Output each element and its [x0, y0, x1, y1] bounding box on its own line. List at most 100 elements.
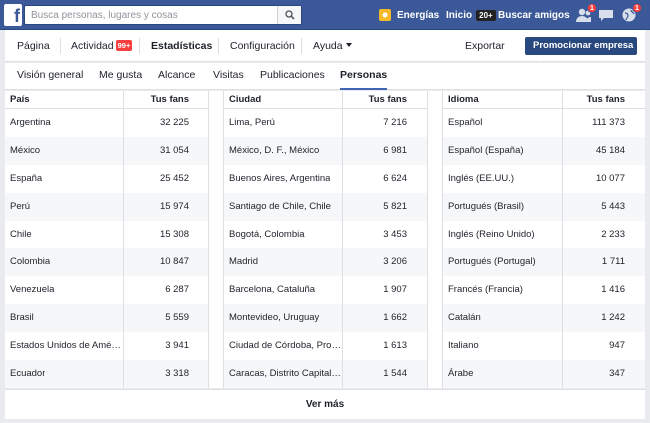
fan-count: 3 206: [383, 256, 407, 268]
friend-requests-jewel[interactable]: 1: [575, 3, 597, 24]
export-link[interactable]: Exportar: [465, 30, 505, 62]
fan-count: 111 373: [592, 117, 625, 128]
row-label: Lima, Perú: [229, 117, 275, 128]
table-row: Ciudad de Córdoba, Provi... 1 613: [224, 332, 427, 360]
facebook-logo[interactable]: f: [4, 4, 22, 26]
find-friends-link[interactable]: Buscar amigos: [498, 0, 570, 30]
fan-count: 10 077: [595, 172, 625, 184]
row-label: Inglés (EE.UU.): [448, 172, 514, 184]
table-row: España 25 452: [5, 165, 209, 193]
fan-count: 15 974: [159, 200, 189, 212]
language-table: Idioma Tus fans Español 111 373 Español (E…: [443, 91, 645, 388]
table-row: Ecuador 3 318: [5, 360, 209, 388]
top-navigation-bar: f Energías Inicio 20+ Buscar amigos 1 1: [0, 0, 650, 30]
tab-overview[interactable]: Visión general: [17, 63, 83, 90]
row-label: Brasil: [10, 312, 34, 324]
search-button[interactable]: [277, 6, 301, 24]
fan-count: 7 216: [383, 117, 407, 128]
messages-icon: [599, 10, 613, 21]
row-label: Colombia: [10, 256, 51, 268]
column-divider: [342, 91, 343, 388]
tab-likes[interactable]: Me gusta: [99, 63, 142, 90]
tab-visits[interactable]: Visitas: [213, 63, 244, 90]
fan-count: 947: [609, 340, 625, 352]
activity-badge: 99+: [115, 40, 133, 51]
table-divider: [208, 91, 209, 388]
energy-icon: [379, 9, 391, 21]
table-header: País Tus fans: [5, 91, 209, 109]
nav-activity-label: Actividad: [71, 40, 114, 52]
row-label: México: [10, 144, 41, 156]
fan-count: 1 242: [601, 312, 625, 324]
fan-count: 3 318: [165, 368, 189, 380]
chevron-down-icon: [345, 43, 352, 47]
see-more-button[interactable]: Ver más: [5, 389, 645, 419]
nav-help[interactable]: Ayuda: [313, 30, 352, 62]
row-label: Estados Unidos de América: [10, 340, 122, 352]
row-label: Santiago de Chile, Chile: [229, 200, 331, 212]
table-row: Colombia 10 847: [5, 248, 209, 277]
row-label: Chile: [10, 228, 32, 240]
nav-settings[interactable]: Configuración: [230, 30, 295, 62]
nav-activity[interactable]: Actividad 99+: [71, 30, 133, 62]
fan-count: 1 907: [383, 284, 407, 296]
row-label: Caracas, Distrito Capital, ...: [229, 368, 341, 380]
fan-count: 2 233: [601, 228, 625, 240]
table-row: Francés (Francia) 1 416: [443, 276, 645, 304]
row-label: Venezuela: [10, 284, 55, 296]
fan-count: 3 453: [383, 228, 407, 240]
fan-count: 1 544: [383, 368, 407, 380]
fan-count: 347: [609, 368, 625, 380]
friend-requests-badge: 1: [587, 3, 597, 13]
fan-count: 5 559: [165, 312, 189, 324]
nav-page[interactable]: Página: [17, 30, 50, 62]
notifications-badge: 1: [632, 3, 642, 13]
fan-count: 6 981: [383, 144, 407, 156]
table-row: Santiago de Chile, Chile 5 821: [224, 192, 427, 221]
table-row: Argentina 32 225: [5, 109, 209, 137]
country-table: País Tus fans Argentina 32 225 México 31 05…: [5, 91, 209, 388]
column-header-fans: Tus fans: [368, 94, 407, 105]
search-input[interactable]: [25, 6, 275, 24]
row-label: Ecuador: [10, 368, 46, 380]
tab-reach[interactable]: Alcance: [158, 63, 195, 90]
energy-label: Energías: [397, 9, 440, 21]
divider: [139, 38, 140, 54]
table-row: Inglés (Reino Unido) 2 233: [443, 221, 645, 249]
nav-help-label: Ayuda: [313, 40, 343, 52]
row-label: México, D. F., México: [229, 144, 320, 156]
table-row: Venezuela 6 287: [5, 276, 209, 304]
nav-statistics[interactable]: Estadísticas: [151, 30, 212, 62]
row-label: Barcelona, Cataluña: [229, 284, 316, 296]
row-label: Español: [448, 117, 483, 128]
promote-business-button[interactable]: Promocionar empresa: [525, 37, 637, 62]
tab-people[interactable]: Personas: [340, 63, 388, 90]
table-row: Caracas, Distrito Capital, ... 1 544: [224, 360, 427, 388]
row-label: España: [10, 172, 43, 184]
energy-link[interactable]: Energías: [379, 0, 439, 30]
messages-jewel[interactable]: [597, 6, 615, 24]
home-link[interactable]: Inicio 20+: [446, 0, 496, 30]
city-table: Ciudad Tus fans Lima, Perú 7 216 México, D…: [224, 91, 427, 388]
column-header-country: País: [10, 94, 30, 105]
fan-count: 5 821: [383, 200, 407, 212]
tab-posts[interactable]: Publicaciones: [260, 63, 325, 90]
fan-count: 31 054: [159, 144, 189, 156]
fan-count: 1 662: [383, 312, 407, 324]
row-label: Italiano: [448, 340, 479, 352]
fan-count: 3 941: [165, 340, 189, 352]
row-label: Catalán: [448, 312, 481, 324]
notifications-jewel[interactable]: 1: [620, 3, 642, 24]
column-header-fans: Tus fans: [150, 94, 189, 105]
chevron-down-icon: [537, 58, 543, 62]
column-divider: [123, 91, 124, 388]
row-label: Árabe: [448, 368, 474, 380]
table-divider: [427, 91, 428, 388]
home-label: Inicio: [446, 9, 473, 21]
row-label: Argentina: [10, 117, 51, 128]
divider: [301, 38, 302, 54]
table-row: Bogotá, Colombia 3 453: [224, 221, 427, 249]
row-label: Inglés (Reino Unido): [448, 228, 535, 240]
row-label: Ciudad de Córdoba, Provi...: [229, 340, 341, 352]
row-label: Bogotá, Colombia: [229, 228, 305, 240]
